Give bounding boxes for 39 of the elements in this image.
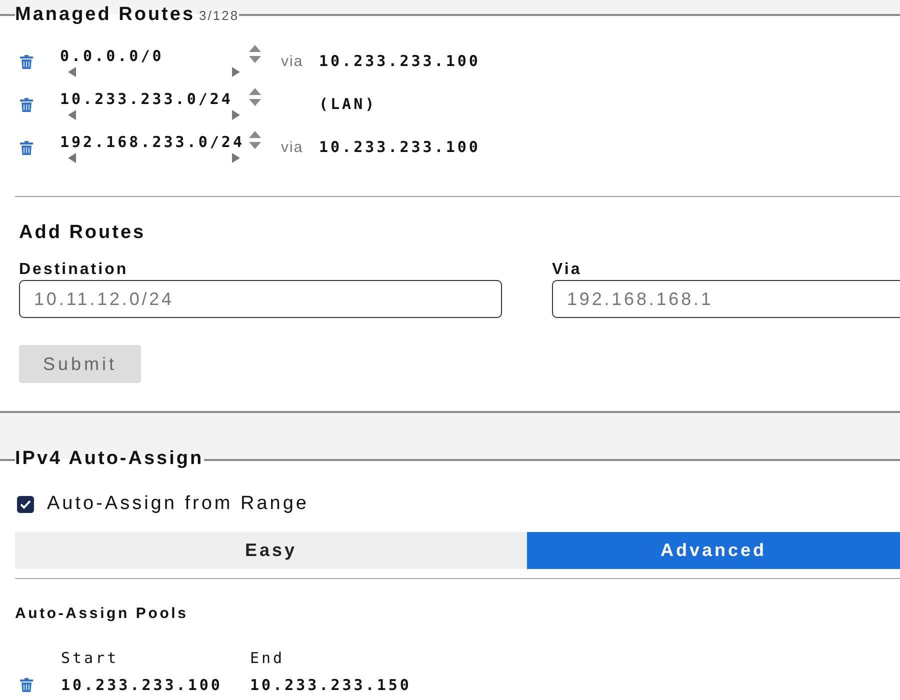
scroll-left-icon[interactable] (68, 152, 76, 162)
section-title: Add Routes (19, 221, 147, 245)
route-count: 3/128 (199, 7, 240, 25)
via-label: via (281, 52, 304, 70)
scroll-left-icon[interactable] (68, 66, 76, 76)
spinner-icon[interactable] (248, 88, 262, 106)
trash-icon[interactable] (20, 54, 33, 68)
section-title: Managed Routes (15, 4, 196, 26)
scroll-right-icon[interactable] (232, 66, 240, 76)
subsection-title: Auto-Assign Pools (15, 604, 190, 624)
spinner-icon[interactable] (248, 45, 262, 63)
route-destination: 192.168.233.0/24 (60, 132, 244, 152)
section-title: IPv4 Auto-Assign (15, 448, 204, 469)
field-label: Via (552, 261, 583, 279)
checkbox[interactable] (17, 496, 34, 512)
column-header: End (250, 648, 285, 669)
route-gateway: 10.233.233.100 (319, 137, 480, 158)
route-gateway: (LAN) (319, 94, 377, 116)
tab[interactable]: Advanced (527, 532, 900, 569)
field-label: Destination (19, 261, 130, 279)
scroll-right-icon[interactable] (232, 152, 240, 162)
trash-icon[interactable] (20, 678, 33, 692)
route-destination: 0.0.0.0/0 (60, 46, 164, 66)
input-field[interactable]: 192.168.168.1 (552, 280, 900, 318)
table-cell-text: 10.233.233.150 (250, 674, 412, 696)
scroll-right-icon[interactable] (232, 110, 240, 120)
tab[interactable]: Easy (15, 532, 527, 569)
trash-icon[interactable] (20, 98, 33, 112)
table-cell-text: 10.233.233.100 (61, 674, 224, 696)
trash-icon[interactable] (20, 140, 33, 154)
spinner-icon[interactable] (248, 131, 262, 149)
column-header: Start (61, 648, 120, 669)
checkbox-label: Auto-Assign from Range (47, 492, 309, 516)
route-destination: 10.233.233.0/24 (60, 88, 233, 108)
scroll-left-icon[interactable] (68, 110, 76, 120)
input-field[interactable]: 10.11.12.0/24 (19, 280, 502, 318)
via-label: via (281, 138, 304, 156)
checkmark-icon (20, 500, 31, 508)
route-gateway: 10.233.233.100 (319, 51, 480, 72)
